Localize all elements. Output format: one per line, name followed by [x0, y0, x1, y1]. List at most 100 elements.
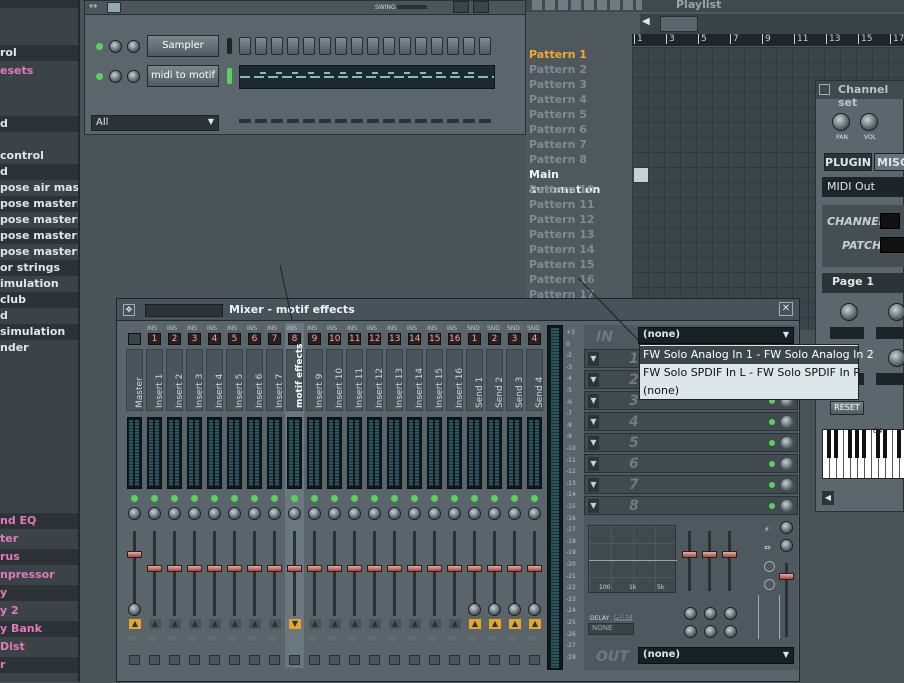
strip-pan-knob[interactable] — [148, 507, 161, 520]
step-button[interactable] — [335, 37, 347, 55]
step-button[interactable] — [383, 37, 395, 55]
eq-band-fader[interactable] — [702, 551, 717, 558]
channel-filter-select[interactable]: All ▼ — [91, 115, 219, 131]
mixer-strip[interactable]: SND 4 Send 4 ▲ FX — [525, 323, 545, 668]
mixer-strip[interactable]: INS 16 Insert 16 ▲ FX — [445, 323, 465, 668]
strip-name-box[interactable]: Insert 10 — [326, 349, 345, 411]
strip-pan-knob[interactable] — [328, 507, 341, 520]
pattern-item[interactable]: Pattern 13 — [526, 227, 630, 242]
playlist-scrollbar[interactable]: ◀ — [640, 14, 904, 34]
controller-knob[interactable] — [840, 303, 858, 321]
strip-name-box[interactable]: Send 2 — [486, 349, 505, 411]
channel-select-indicator[interactable] — [227, 38, 232, 54]
strip-volume-fader[interactable] — [127, 551, 142, 558]
strip-route-button[interactable]: ▲ — [529, 619, 541, 629]
strip-name-box[interactable]: Insert 15 — [426, 349, 445, 411]
strip-route-button[interactable]: ▲ — [169, 619, 181, 629]
strip-pan-knob[interactable] — [288, 507, 301, 520]
channel-number-display[interactable] — [880, 213, 900, 229]
disk-icon[interactable] — [269, 655, 280, 665]
slot-menu-arrow[interactable]: ▼ — [588, 394, 599, 408]
strip-name-box[interactable]: Send 4 — [526, 349, 545, 411]
tab-misc[interactable]: MISC — [874, 153, 904, 171]
strip-volume-fader[interactable] — [447, 565, 462, 572]
browser-item[interactable]: npressor — [0, 567, 78, 583]
strip-enable-led[interactable] — [371, 495, 378, 502]
rack-move-icon[interactable]: ↔ — [89, 1, 97, 12]
piano-black-key[interactable] — [862, 430, 866, 458]
browser-item[interactable]: club — [0, 292, 78, 308]
mixer-strip[interactable]: INS 12 Insert 12 ▲ FX — [365, 323, 385, 668]
strip-volume-fader[interactable] — [147, 565, 162, 572]
browser-item[interactable]: y 2 — [0, 603, 78, 619]
pattern-item[interactable]: Pattern 3 — [526, 77, 630, 92]
disk-icon[interactable] — [169, 655, 180, 665]
mixer-strip[interactable]: SND 1 Send 1 ▲ FX — [465, 323, 485, 668]
strip-enable-led[interactable] — [131, 495, 138, 502]
patch-display[interactable] — [880, 237, 904, 253]
browser-item[interactable]: r — [0, 657, 78, 673]
step-button[interactable] — [415, 37, 427, 55]
mono-icon[interactable] — [764, 561, 775, 572]
output-select[interactable]: (none) ▼ — [638, 647, 794, 664]
disk-icon[interactable] — [189, 655, 200, 665]
controller-knob[interactable] — [888, 303, 904, 321]
browser-item[interactable]: imulation — [0, 276, 78, 292]
disk-icon[interactable] — [289, 655, 300, 665]
pattern-item[interactable]: Pattern 11 — [526, 197, 630, 212]
slot-enable-led[interactable] — [769, 461, 775, 467]
step-button[interactable] — [367, 37, 379, 55]
strip-pan-knob[interactable] — [268, 507, 281, 520]
eq-bw-knob[interactable] — [684, 625, 697, 638]
piano-keyboard[interactable]: C4 — [822, 427, 904, 479]
strip-pan-knob[interactable] — [508, 507, 521, 520]
strip-volume-fader[interactable] — [307, 565, 322, 572]
strip-name-box[interactable]: Insert 4 — [206, 349, 225, 411]
keyboard-editor-icon[interactable] — [473, 1, 489, 13]
strip-enable-led[interactable] — [271, 495, 278, 502]
strip-volume-fader[interactable] — [407, 565, 422, 572]
disk-icon[interactable] — [249, 655, 260, 665]
strip-name-box[interactable]: Insert 6 — [246, 349, 265, 411]
mixer-strip[interactable]: INS 3 Insert 3 ▲ FX — [185, 323, 205, 668]
browser-item[interactable]: rus — [0, 549, 78, 565]
strip-volume-fader[interactable] — [327, 565, 342, 572]
disk-icon[interactable] — [469, 655, 480, 665]
slot-menu-arrow[interactable]: ▼ — [588, 457, 599, 471]
pattern-item[interactable]: Pattern 5 — [526, 107, 630, 122]
strip-volume-fader[interactable] — [227, 565, 242, 572]
scroll-thumb[interactable] — [660, 16, 698, 32]
strip-route-button[interactable]: ▲ — [409, 619, 421, 629]
strip-pan-knob[interactable] — [448, 507, 461, 520]
strip-route-button[interactable]: ▲ — [489, 619, 501, 629]
pattern-item[interactable]: Pattern 10 — [526, 182, 630, 197]
stereo-separation[interactable] — [758, 595, 780, 639]
disk-icon[interactable] — [429, 655, 440, 665]
mixer-strip[interactable]: INS 7 Insert 7 ▲ FX — [265, 323, 285, 668]
strip-send-knob[interactable] — [468, 603, 481, 616]
mixer-strip[interactable]: INS 5 Insert 5 ▲ FX — [225, 323, 245, 668]
slot-enable-led[interactable] — [769, 419, 775, 425]
piano-black-key[interactable] — [876, 430, 880, 458]
dropdown-option[interactable]: FW Solo SPDIF In L - FW Solo SPDIF In R — [640, 364, 861, 382]
eq-freq-knob[interactable] — [684, 607, 697, 620]
pattern-item[interactable]: Main automation — [526, 167, 630, 196]
mixer-strip[interactable]: INS 13 Insert 13 ▲ FX — [385, 323, 405, 668]
delay-select[interactable]: NONE — [588, 623, 634, 635]
browser-item[interactable]: d — [0, 164, 78, 180]
step-button[interactable] — [239, 37, 251, 55]
slot-mix-knob[interactable] — [781, 437, 793, 449]
step-button[interactable] — [303, 37, 315, 55]
piano-black-key[interactable] — [883, 430, 887, 458]
strip-route-button[interactable]: ▲ — [309, 619, 321, 629]
channel-pan-knob[interactable] — [109, 70, 122, 83]
strip-route-button[interactable]: ▲ — [189, 619, 201, 629]
piano-black-key[interactable] — [827, 430, 831, 458]
strip-volume-fader[interactable] — [487, 565, 502, 572]
strip-pan-knob[interactable] — [368, 507, 381, 520]
mixer-strip[interactable]: INS 8 motif effects ▼ FX — [285, 323, 305, 668]
browser-item[interactable]: pose masterin — [0, 212, 78, 228]
channel-button-midi-to-motif[interactable]: midi to motif — [147, 65, 219, 87]
strip-pan-knob[interactable] — [188, 507, 201, 520]
strip-enable-led[interactable] — [291, 495, 298, 502]
